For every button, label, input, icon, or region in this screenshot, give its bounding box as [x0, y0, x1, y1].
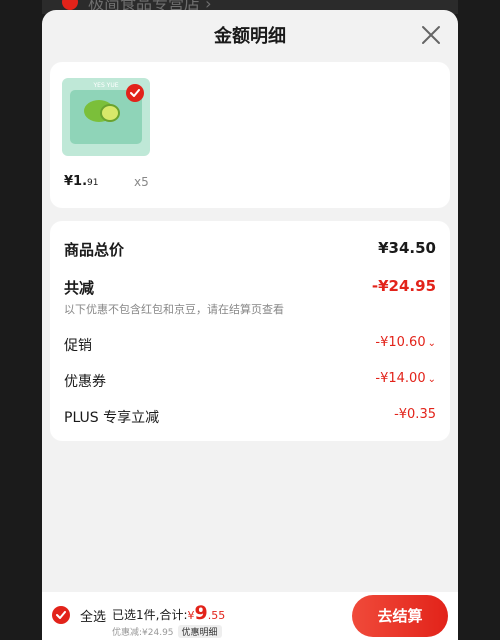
coupon-amount: -¥14.00	[375, 371, 426, 386]
discount-text: 优惠减:¥24.95	[112, 628, 174, 638]
promo-label: 促销	[64, 338, 92, 354]
total-dec: .55	[207, 609, 226, 622]
product-card: YES YUE ¥1.91 x5	[50, 62, 450, 208]
checkout-button[interactable]: 去结算	[352, 595, 448, 637]
coupon-row[interactable]: 优惠券 -¥14.00 ⌄	[64, 371, 436, 391]
product-price-int: ¥1.	[64, 174, 88, 189]
discount-summary: 优惠减:¥24.95 优惠明细	[112, 625, 222, 638]
reduce-value: -¥24.95	[371, 277, 436, 295]
discount-note: 以下优惠不包含红包和京豆，请在结算页查看	[64, 303, 284, 316]
product-price-dec: 91	[87, 178, 99, 188]
select-all-label[interactable]: 全选	[80, 606, 106, 625]
chevron-down-icon: ⌄	[427, 374, 436, 385]
reduce-row: 共减 -¥24.95	[64, 277, 436, 298]
price-breakdown-card: 商品总价 ¥34.50 共减 -¥24.95 以下优惠不包含红包和京豆，请在结算…	[50, 221, 450, 441]
coupon-label: 优惠券	[64, 374, 106, 390]
total-row: 商品总价 ¥34.50	[64, 239, 436, 260]
total-int: 9	[194, 602, 208, 624]
reduce-label: 共减	[64, 279, 95, 297]
product-quantity: x5	[134, 175, 149, 189]
total-summary: 已选1件,合计:¥9.55	[112, 602, 225, 624]
amount-detail-sheet: 金额明细 YES YUE ¥1.91 x5 商品总价 ¥34.50 共减 -¥2…	[42, 10, 458, 592]
coupon-value: -¥14.00 ⌄	[375, 371, 436, 386]
discount-detail-button[interactable]: 优惠明细	[177, 625, 222, 638]
promo-row[interactable]: 促销 -¥10.60 ⌄	[64, 335, 436, 355]
selected-text: 已选1件,合计:	[112, 608, 188, 622]
select-all-check-icon[interactable]	[52, 606, 70, 624]
plus-value: -¥0.35	[394, 407, 436, 422]
close-icon[interactable]	[420, 24, 442, 46]
product-price: ¥1.91	[64, 174, 98, 189]
product-check-icon[interactable]	[126, 84, 144, 102]
promo-value: -¥10.60 ⌄	[375, 335, 436, 350]
plus-label: PLUS 专享立减	[64, 410, 160, 426]
total-yen: ¥	[187, 609, 195, 622]
background-check-icon	[62, 0, 78, 10]
promo-amount: -¥10.60	[375, 335, 426, 350]
chevron-down-icon: ⌄	[427, 338, 436, 349]
bottom-bar: 全选 已选1件,合计:¥9.55 优惠减:¥24.95 优惠明细 去结算	[42, 592, 458, 640]
total-value: ¥34.50	[378, 239, 436, 257]
sheet-title: 金额明细	[214, 26, 286, 47]
plus-row: PLUS 专享立减 -¥0.35	[64, 407, 436, 427]
total-label: 商品总价	[64, 241, 125, 259]
lime-slice-graphic	[100, 104, 120, 122]
